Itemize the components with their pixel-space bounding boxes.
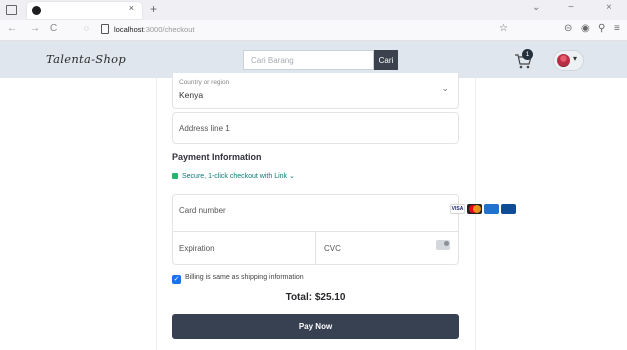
url-bar[interactable]: localhost:3000/checkout [114, 25, 194, 34]
divider [315, 231, 316, 265]
window-close-icon[interactable]: × [606, 2, 612, 13]
country-label: Country or region [179, 79, 230, 86]
account-icon[interactable]: ◉ [581, 23, 590, 34]
search-input[interactable] [243, 50, 374, 70]
url-host: localhost [114, 25, 144, 34]
avatar [557, 54, 570, 67]
shield-icon[interactable]: ◌ [84, 24, 89, 33]
card-details-box: Card number VISA Expiration CVC [172, 194, 516, 265]
sidebar-toggle-icon[interactable] [6, 5, 17, 15]
content-border-right [475, 78, 476, 350]
address-placeholder: Address line 1 [179, 124, 230, 133]
link-checkout-text: Secure, 1-click checkout with Link [182, 173, 288, 180]
link-checkout-toggle[interactable]: Secure, 1-click checkout with Link ⌄ [172, 172, 295, 180]
account-menu-button[interactable]: ▾ [553, 50, 584, 71]
chevron-down-icon: ⌄ [289, 173, 295, 180]
chevron-down-icon: ▾ [573, 54, 578, 63]
tab-list-icon[interactable]: ⌄ [532, 2, 540, 13]
cvc-field[interactable]: CVC [324, 244, 341, 253]
browser-tab[interactable]: × [27, 2, 142, 19]
amex-icon [484, 204, 499, 214]
country-select[interactable]: Country or region Kenya ⌄ [172, 73, 459, 109]
chevron-down-icon: ⌄ [441, 83, 449, 93]
content-border-left [156, 78, 157, 350]
jcb-icon [501, 204, 516, 214]
payment-section-title: Payment Information [172, 152, 262, 162]
cart-count-badge: 1 [522, 49, 533, 60]
checkbox-checked-icon[interactable]: ✓ [172, 275, 181, 284]
page-info-icon[interactable] [101, 24, 109, 34]
billing-label: Billing is same as shipping information [185, 274, 304, 281]
tab-close-icon[interactable]: × [129, 3, 134, 13]
order-total: Total: $25.10 [285, 292, 346, 303]
menu-icon[interactable]: ≡ [614, 23, 620, 34]
reload-icon[interactable]: C [50, 23, 57, 34]
country-value: Kenya [179, 90, 204, 100]
browser-tab-strip: × + ⌄ − × [0, 0, 627, 20]
extensions-icon[interactable]: ⚲ [598, 23, 605, 34]
mastercard-icon [467, 204, 482, 214]
back-icon[interactable]: ← [7, 23, 17, 34]
url-path: :3000/checkout [143, 25, 195, 34]
expiration-field[interactable]: Expiration [179, 244, 215, 253]
browser-toolbar: ← → C ◌ localhost:3000/checkout ☆ ⊝ ◉ ⚲ … [0, 20, 627, 41]
brand-logo[interactable]: Talenta-Shop [46, 52, 126, 66]
search-button[interactable]: Cari [374, 50, 398, 70]
pay-now-button[interactable]: Pay Now [172, 314, 459, 339]
address-line1-field[interactable]: Address line 1 [172, 112, 459, 144]
favicon-icon [32, 6, 41, 15]
new-tab-icon[interactable]: + [150, 2, 157, 16]
bookmark-star-icon[interactable]: ☆ [499, 23, 508, 34]
pocket-icon[interactable]: ⊝ [564, 23, 572, 34]
card-number-field[interactable]: Card number [179, 206, 226, 215]
cvc-card-icon [436, 240, 450, 250]
forward-icon[interactable]: → [30, 23, 40, 34]
billing-same-checkbox[interactable]: ✓ Billing is same as shipping information [172, 274, 304, 284]
minimize-icon[interactable]: − [568, 2, 574, 13]
lock-icon [172, 173, 178, 179]
visa-icon: VISA [450, 204, 465, 214]
